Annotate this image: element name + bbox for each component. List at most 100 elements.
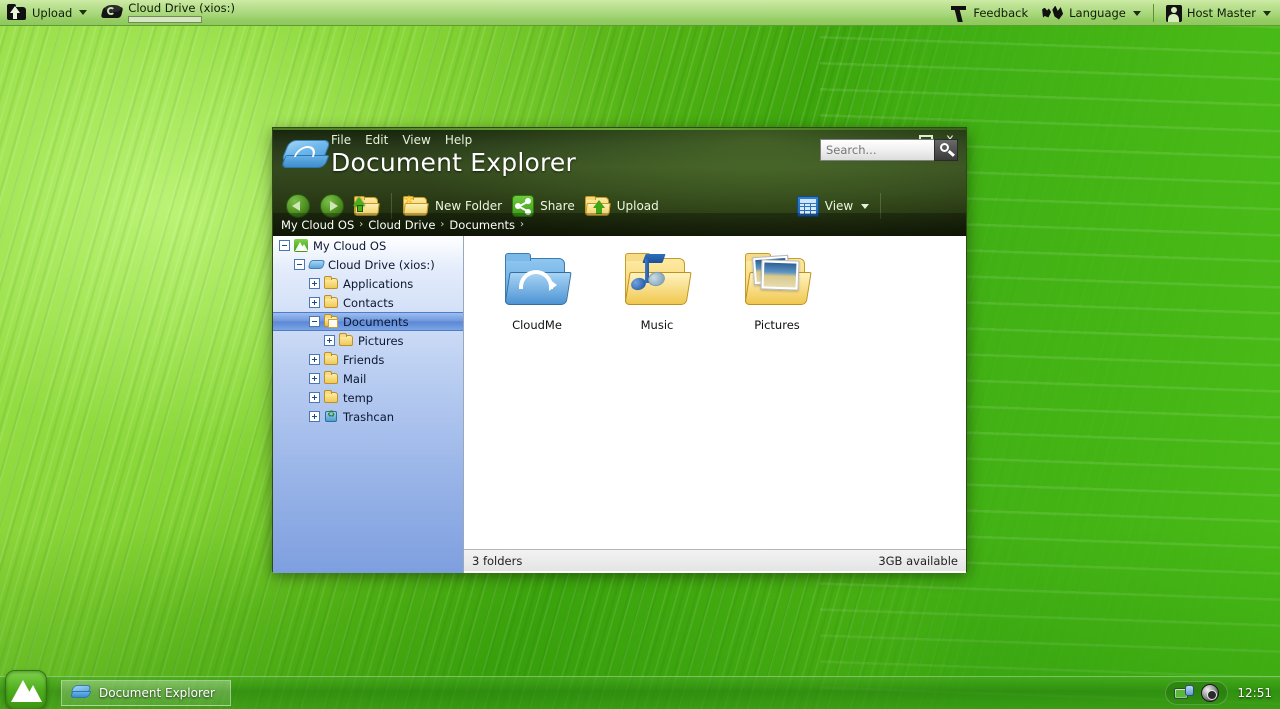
window-header: File Edit View Help Document Explorer x — [273, 128, 966, 236]
collapse-icon[interactable] — [279, 240, 290, 251]
tree-item-label: Friends — [343, 352, 385, 367]
world-map-icon — [1042, 5, 1064, 21]
tree-item-temp[interactable]: temp — [273, 388, 463, 407]
tree-item-friends[interactable]: Friends — [273, 350, 463, 369]
trashcan-icon — [324, 410, 339, 423]
tree-item-label: My Cloud OS — [313, 238, 387, 253]
breadcrumb-item-documents[interactable]: Documents — [449, 218, 515, 232]
start-button-mountain-icon[interactable] — [5, 670, 47, 709]
collapse-icon[interactable] — [294, 259, 305, 270]
tree-item-label: Mail — [343, 371, 367, 386]
expand-icon[interactable] — [324, 335, 335, 346]
taskbar-item-document-explorer[interactable]: Document Explorer — [61, 680, 231, 706]
folder-item-pictures[interactable]: Pictures — [717, 244, 837, 332]
top-bar-divider — [1152, 4, 1154, 22]
host-master-label: Host Master — [1186, 6, 1256, 20]
status-item-count: 3 folders — [472, 553, 523, 568]
breadcrumb-separator-icon: › — [440, 219, 445, 230]
clock[interactable]: 12:51 — [1237, 686, 1272, 700]
tree-item-documents[interactable]: Documents — [273, 312, 463, 331]
cloud-drive-usage-progressbar — [128, 16, 203, 23]
view-label: View — [824, 199, 854, 213]
breadcrumb-item-cloud-drive[interactable]: Cloud Drive — [368, 218, 435, 232]
taskbar: Document Explorer 12:51 — [0, 670, 1280, 709]
global-top-bar: Upload Cloud Drive (xios:) Feedback Lang… — [0, 0, 1280, 26]
upload-menu-label: Upload — [32, 5, 73, 20]
system-tray: 12:51 — [1165, 677, 1272, 709]
breadcrumb-separator-icon: › — [359, 219, 364, 230]
cloud-drive-status-button[interactable]: Cloud Drive (xios:) — [94, 0, 242, 26]
status-bar: 3 folders 3GB available — [464, 549, 966, 571]
cloud-drive-status: Cloud Drive (xios:) — [128, 0, 235, 26]
tree-item-label: Contacts — [343, 295, 394, 310]
new-folder-label: New Folder — [435, 199, 503, 213]
cloud-drive-label: Cloud Drive (xios:) — [128, 1, 235, 15]
document-explorer-window: File Edit View Help Document Explorer x — [272, 127, 967, 573]
breadcrumb-item-my-cloud-os[interactable]: My Cloud OS — [281, 218, 354, 232]
share-label: Share — [540, 199, 575, 213]
folder-item-music[interactable]: Music — [597, 244, 717, 332]
caret-down-icon — [861, 203, 870, 209]
expand-icon[interactable] — [309, 278, 320, 289]
drive-icon — [100, 4, 124, 21]
cloud-drive-icon — [280, 140, 332, 178]
folder-item-cloudme[interactable]: CloudMe — [477, 244, 597, 332]
menu-edit[interactable]: Edit — [365, 133, 388, 147]
folder-item-label: CloudMe — [512, 318, 562, 332]
menu-file[interactable]: File — [331, 133, 351, 147]
mountain-icon — [294, 239, 309, 252]
folder-tree-pane[interactable]: My Cloud OS Cloud Drive (xios:) Applicatio… — [273, 236, 464, 573]
tree-item-label: Pictures — [358, 333, 404, 348]
menu-help[interactable]: Help — [445, 133, 472, 147]
tree-item-label: Documents — [343, 314, 409, 329]
tree-item-cloud-drive-xios[interactable]: Cloud Drive (xios:) — [273, 255, 463, 274]
language-menu-button[interactable]: Language — [1035, 0, 1148, 26]
file-list-pane[interactable]: CloudMe Music Pictures — [464, 236, 966, 573]
feedback-icon — [950, 5, 968, 22]
tree-item-label: Applications — [343, 276, 414, 291]
cloud-folder-icon — [503, 252, 572, 312]
gear-icon[interactable] — [1201, 684, 1220, 702]
tree-item-label: Trashcan — [343, 409, 395, 424]
expand-icon[interactable] — [309, 373, 320, 384]
expand-icon[interactable] — [309, 354, 320, 365]
collapse-icon[interactable] — [309, 316, 320, 327]
tree-item-label: temp — [343, 390, 374, 405]
tree-item-mail[interactable]: Mail — [273, 369, 463, 388]
folder-item-label: Pictures — [754, 318, 800, 332]
expand-icon[interactable] — [309, 392, 320, 403]
tree-item-my-cloud-os[interactable]: My Cloud OS — [273, 236, 463, 255]
window-body: My Cloud OS Cloud Drive (xios:) Applicatio… — [273, 236, 966, 573]
network-icon[interactable] — [1174, 684, 1195, 702]
pictures-folder-icon — [743, 252, 812, 312]
upload-menu-button[interactable]: Upload — [0, 0, 94, 26]
tray-icon-group — [1165, 681, 1229, 705]
window-menubar: File Edit View Help — [331, 133, 472, 147]
taskbar-task-list: Document Explorer — [61, 680, 231, 706]
window-title: Document Explorer — [331, 148, 576, 177]
tree-item-trashcan[interactable]: Trashcan — [273, 407, 463, 426]
expand-icon[interactable] — [309, 411, 320, 422]
breadcrumb-separator-icon: › — [520, 219, 524, 230]
tree-item-pictures[interactable]: Pictures — [273, 331, 463, 350]
music-folder-icon — [623, 252, 692, 312]
tree-item-applications[interactable]: Applications — [273, 274, 463, 293]
menu-view[interactable]: View — [402, 133, 430, 147]
folder-icon — [324, 295, 339, 309]
documents-folder-icon — [324, 314, 339, 328]
breadcrumb: My Cloud OS › Cloud Drive › Documents › — [273, 213, 966, 236]
search-button[interactable] — [934, 139, 958, 161]
language-label: Language — [1069, 6, 1126, 20]
feedback-button[interactable]: Feedback — [943, 0, 1035, 26]
host-master-menu-button[interactable]: Host Master — [1159, 0, 1278, 26]
feedback-label: Feedback — [973, 6, 1029, 20]
folder-icon — [324, 276, 339, 290]
taskbar-item-label: Document Explorer — [99, 686, 215, 700]
folder-icon — [324, 371, 339, 385]
drive-icon — [307, 258, 326, 271]
expand-icon[interactable] — [309, 297, 320, 308]
tree-item-contacts[interactable]: Contacts — [273, 293, 463, 312]
caret-down-icon — [79, 10, 88, 15]
search-input[interactable] — [820, 139, 934, 161]
folder-icon — [324, 352, 339, 366]
